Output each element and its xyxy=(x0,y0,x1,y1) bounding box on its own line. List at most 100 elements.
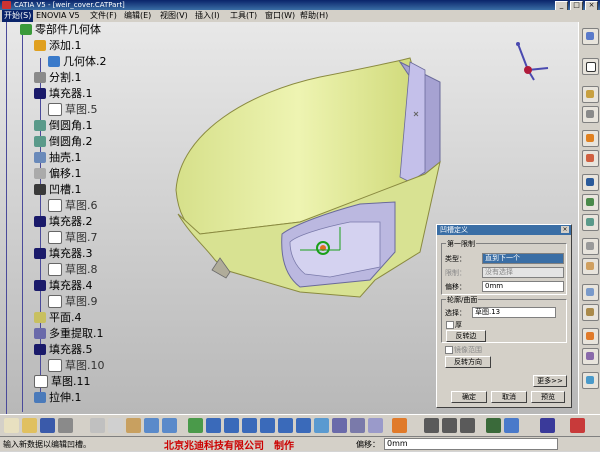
redo-icon[interactable] xyxy=(162,418,177,433)
copy-icon[interactable] xyxy=(108,418,123,433)
tree-item[interactable]: 拉伸.1 xyxy=(34,390,82,404)
tree-item-label: 偏移.1 xyxy=(49,167,82,180)
axis-icon[interactable] xyxy=(442,418,457,433)
menu-start[interactable]: 开始(S) xyxy=(2,10,34,22)
material-icon[interactable] xyxy=(504,418,519,433)
offset-field[interactable]: 0mm xyxy=(482,281,564,292)
swap-space-icon[interactable] xyxy=(368,418,383,433)
tree-item[interactable]: 倒圆角.1 xyxy=(34,118,93,132)
groove-tool-icon[interactable] xyxy=(582,150,599,167)
tree-item[interactable]: 倒圆角.2 xyxy=(34,134,93,148)
tree-item[interactable]: 草图.5 xyxy=(48,102,98,116)
tree-item[interactable]: 草图.8 xyxy=(48,262,98,276)
dialog-title-bar[interactable]: 凹槽定义 × xyxy=(437,225,571,235)
reverse-direction-button[interactable]: 反转方向 xyxy=(445,356,491,368)
pocket-tool-icon[interactable] xyxy=(582,106,599,123)
pan-icon[interactable] xyxy=(224,418,239,433)
tree-item[interactable]: 填充器.2 xyxy=(34,214,93,228)
fit-all-icon[interactable] xyxy=(206,418,221,433)
tree-item[interactable]: 几何体.2 xyxy=(48,54,107,68)
pad-icon xyxy=(34,215,46,227)
preview-button[interactable]: 预览 xyxy=(531,391,565,403)
fillet-icon xyxy=(34,135,46,147)
pad-icon xyxy=(34,87,46,99)
normal-view-icon[interactable] xyxy=(296,418,311,433)
tree-item[interactable]: 多重提取.1 xyxy=(34,326,104,340)
tree-item[interactable]: 填充器.1 xyxy=(34,86,93,100)
rotate-icon[interactable] xyxy=(242,418,257,433)
menu-insert[interactable]: 插入(I) xyxy=(195,10,220,22)
mirror-tool-icon[interactable] xyxy=(582,328,599,345)
tree-item[interactable]: 零部件几何体 xyxy=(20,22,101,36)
thick-checkbox[interactable] xyxy=(446,321,454,329)
tree-item[interactable]: 草图.10 xyxy=(48,358,105,372)
menu-edit[interactable]: 编辑(E) xyxy=(124,10,151,22)
save-icon[interactable] xyxy=(40,418,55,433)
compass-icon[interactable] xyxy=(504,36,552,84)
undo-icon[interactable] xyxy=(144,418,159,433)
tree-item[interactable]: 凹槽.1 xyxy=(34,182,82,196)
type-select[interactable]: 直到下一个 xyxy=(482,253,564,264)
profile-select-field[interactable]: 草图.13 xyxy=(472,307,556,318)
draft-tool-icon[interactable] xyxy=(582,258,599,275)
menu-view[interactable]: 视图(V) xyxy=(160,10,188,22)
menu-tools[interactable]: 工具(T) xyxy=(230,10,257,22)
tree-item[interactable]: 填充器.3 xyxy=(34,246,93,260)
print-icon[interactable] xyxy=(58,418,73,433)
tree-item-label: 填充器.5 xyxy=(49,343,93,356)
tree-item[interactable]: 偏移.1 xyxy=(34,166,82,180)
tree-item[interactable]: 草图.9 xyxy=(48,294,98,308)
tree-item[interactable]: 分割.1 xyxy=(34,70,82,84)
thickness-tool-icon[interactable] xyxy=(582,304,599,321)
bottom-toolbar xyxy=(0,414,600,437)
shaft-tool-icon[interactable] xyxy=(582,130,599,147)
plane-tool-icon[interactable] xyxy=(460,418,475,433)
tree-item-label: 零部件几何体 xyxy=(35,23,101,36)
offset-icon xyxy=(34,167,46,179)
fly-icon[interactable] xyxy=(188,418,203,433)
new-icon[interactable] xyxy=(4,418,19,433)
menu-window[interactable]: 窗口(W) xyxy=(265,10,295,22)
tree-item[interactable]: 草图.6 xyxy=(48,198,98,212)
mirror-checkbox[interactable] xyxy=(445,346,453,354)
pointer-icon[interactable] xyxy=(582,58,599,75)
measure-icon[interactable] xyxy=(486,418,501,433)
ok-button[interactable]: 确定 xyxy=(451,391,487,403)
sketch-analysis-icon[interactable] xyxy=(540,418,555,433)
constraint-icon[interactable] xyxy=(424,418,439,433)
iso-view-icon[interactable] xyxy=(314,418,329,433)
tree-item[interactable]: 抽壳.1 xyxy=(34,150,82,164)
rib-tool-icon[interactable] xyxy=(582,194,599,211)
analysis-tool-icon[interactable] xyxy=(582,372,599,389)
chamfer-tool-icon[interactable] xyxy=(582,238,599,255)
update-icon[interactable] xyxy=(392,418,407,433)
shading-icon[interactable] xyxy=(332,418,347,433)
tree-item[interactable]: 填充器.4 xyxy=(34,278,93,292)
dialog-close-icon[interactable]: × xyxy=(561,226,569,233)
shell-tool-icon[interactable] xyxy=(582,284,599,301)
cancel-button[interactable]: 取消 xyxy=(491,391,527,403)
zoom-out-icon[interactable] xyxy=(278,418,293,433)
zoom-in-icon[interactable] xyxy=(260,418,275,433)
limit-field[interactable]: 没有选择 xyxy=(482,267,564,278)
menu-help[interactable]: 帮助(H) xyxy=(300,10,328,22)
cut-icon[interactable] xyxy=(90,418,105,433)
tree-item-label: 添加.1 xyxy=(49,39,82,52)
more-button[interactable]: 更多>> xyxy=(533,375,567,387)
tree-item[interactable]: 添加.1 xyxy=(34,38,82,52)
fillet-tool-icon[interactable] xyxy=(582,214,599,231)
sketcher-icon[interactable] xyxy=(582,28,599,45)
open-icon[interactable] xyxy=(22,418,37,433)
status-offset-field[interactable]: 0mm xyxy=(384,438,558,450)
pad-tool-icon[interactable] xyxy=(582,86,599,103)
pad-icon xyxy=(34,247,46,259)
reverse-side-button[interactable]: 反转边 xyxy=(446,330,486,342)
tree-item[interactable]: 平面.4 xyxy=(34,310,82,324)
hole-tool-icon[interactable] xyxy=(582,174,599,191)
paste-icon[interactable] xyxy=(126,418,141,433)
tree-item[interactable]: 草图.7 xyxy=(48,230,98,244)
tree-item[interactable]: 草图.11 xyxy=(34,374,91,388)
pattern-tool-icon[interactable] xyxy=(582,348,599,365)
hide-show-icon[interactable] xyxy=(350,418,365,433)
tree-item[interactable]: 填充器.5 xyxy=(34,342,93,356)
